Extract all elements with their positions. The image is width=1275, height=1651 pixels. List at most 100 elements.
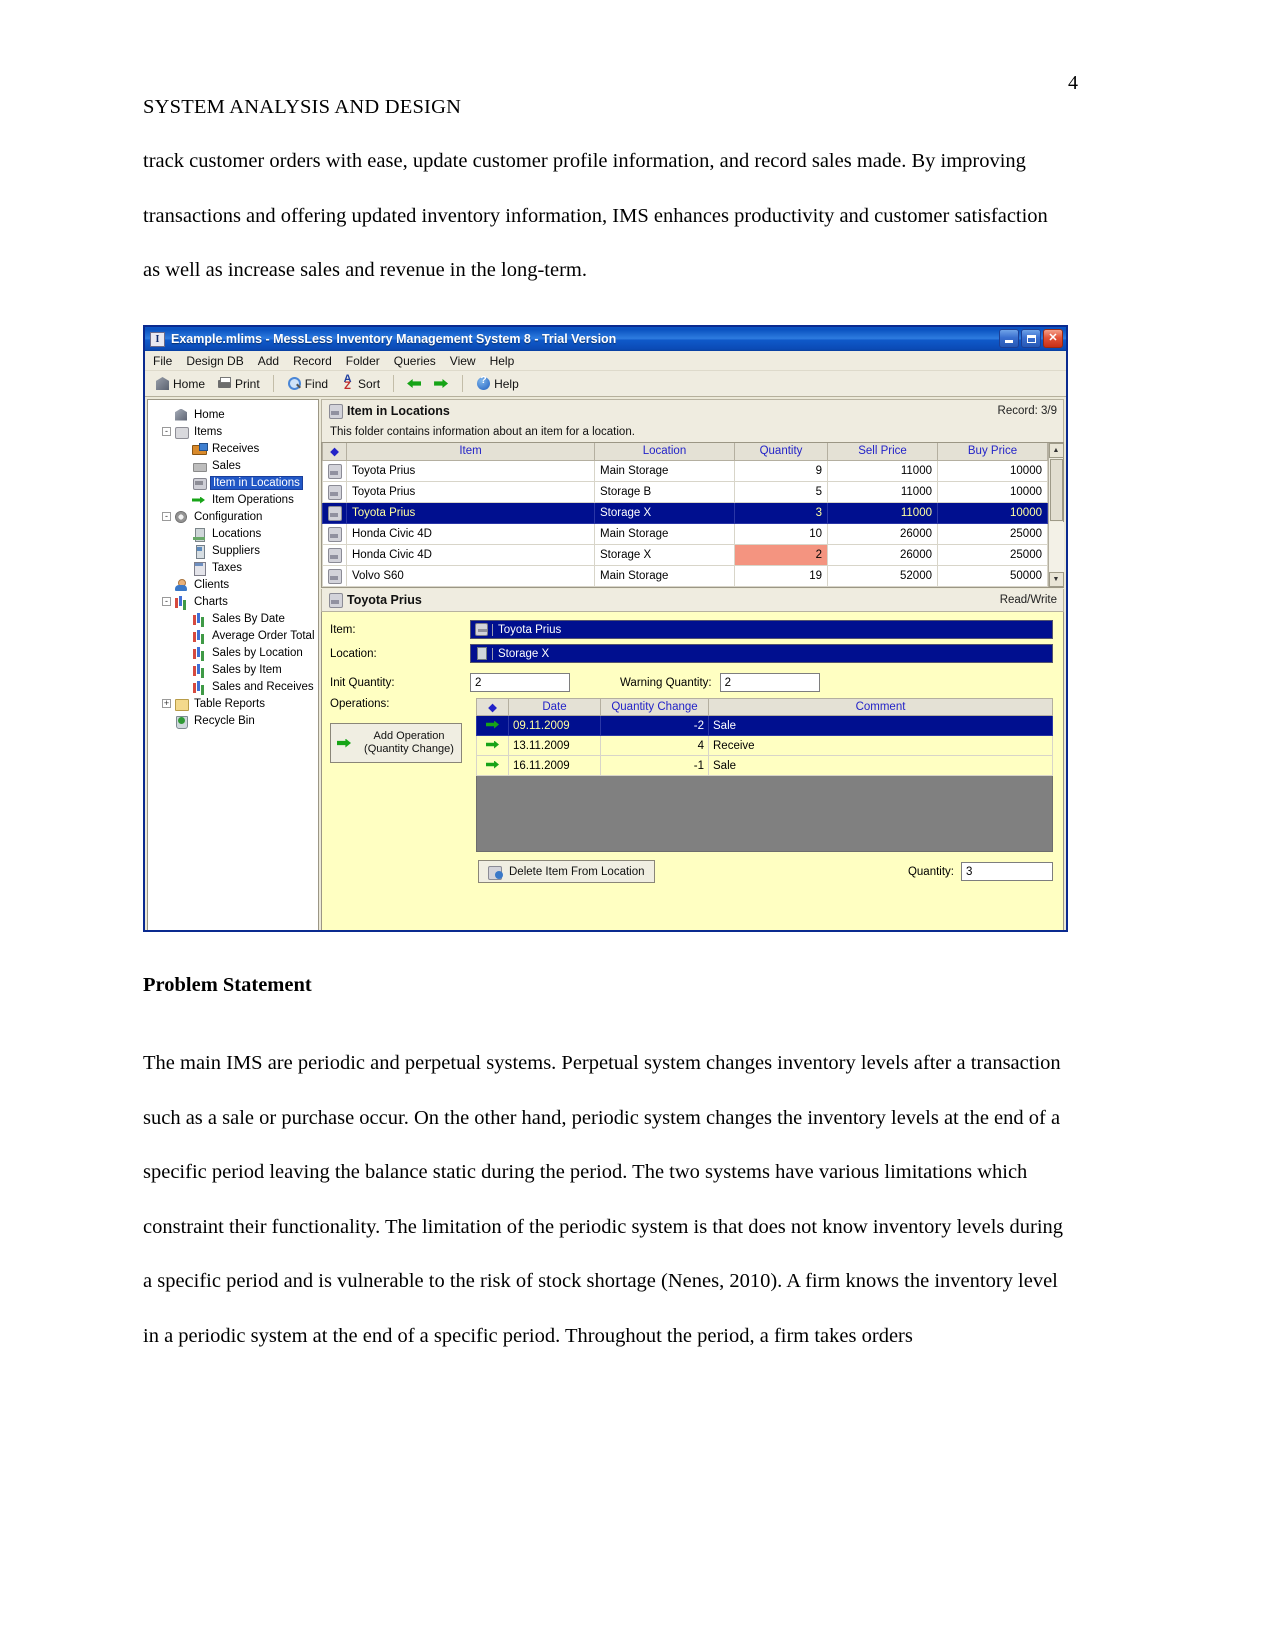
page-number: 4 <box>1068 72 1078 94</box>
ops-col-date[interactable]: Date <box>508 698 601 716</box>
scroll-thumb[interactable] <box>1049 459 1063 521</box>
minimize-button[interactable] <box>999 329 1019 348</box>
ops-cell-date: 16.11.2009 <box>508 755 601 776</box>
grid-col-marker[interactable]: ◆ <box>322 443 347 461</box>
tree-item-item-in-locations[interactable]: Item in Locations <box>154 474 318 491</box>
ops-row-icon-cell <box>476 715 509 736</box>
cell-buy-price: 10000 <box>937 459 1048 482</box>
scroll-up-button[interactable]: ▲ <box>1048 443 1064 458</box>
menu-item-add[interactable]: Add <box>258 354 279 368</box>
toolbar-home-button[interactable]: Home <box>152 376 208 391</box>
tree-item-item-operations[interactable]: Item Operations <box>154 491 318 508</box>
ops-col-marker[interactable]: ◆ <box>476 698 509 716</box>
tree-item-sales-and-receives[interactable]: Sales and Receives <box>154 678 318 695</box>
cell-sell-price: 52000 <box>827 564 938 588</box>
add-operation-button[interactable]: Add Operation (Quantity Change) <box>330 723 462 763</box>
tree-item-label: Home <box>194 408 225 421</box>
toolbar-forward-button[interactable] <box>431 376 452 391</box>
table-row[interactable]: Toyota Prius Storage X 3 11000 10000 <box>322 501 1048 524</box>
tree-item-sales-by-location[interactable]: Sales by Location <box>154 644 318 661</box>
scroll-down-button[interactable]: ▼ <box>1048 572 1064 587</box>
taxes-icon <box>192 561 206 576</box>
tree-item-label: Recycle Bin <box>194 714 255 727</box>
application-window: I Example.mlims - MessLess Inventory Man… <box>143 325 1068 932</box>
navigation-tree[interactable]: Home - Items Receives Sales Item in Locations… <box>147 399 319 930</box>
quantity-input[interactable]: 3 <box>961 862 1053 881</box>
tree-item-sales-by-item[interactable]: Sales by Item <box>154 661 318 678</box>
menu-item-view[interactable]: View <box>450 354 476 368</box>
tree-item-label: Sales by Location <box>212 646 303 659</box>
grid-col-sell-price[interactable]: Sell Price <box>827 443 938 461</box>
tree-item-label: Item in Locations <box>210 475 303 490</box>
tree-item-table-reports[interactable]: + Table Reports <box>154 695 318 712</box>
scroll-track[interactable] <box>1048 522 1064 572</box>
location-lookup-field[interactable]: Storage X <box>470 644 1053 663</box>
cell-sell-price: 11000 <box>827 501 938 524</box>
collapse-icon[interactable]: - <box>162 427 171 436</box>
tree-item-average-order-total[interactable]: Average Order Total <box>154 627 318 644</box>
menu-item-record[interactable]: Record <box>293 354 332 368</box>
toolbar-find-button[interactable]: Find <box>284 376 331 391</box>
items-grid[interactable]: ◆ Item Location Quantity Sell Price Buy … <box>322 443 1048 588</box>
ops-col-comment[interactable]: Comment <box>708 698 1053 716</box>
menu-item-folder[interactable]: Folder <box>346 354 380 368</box>
operations-row[interactable]: 13.11.2009 4 Receive <box>476 735 1053 756</box>
menu-item-file[interactable]: File <box>153 354 172 368</box>
menu-item-help[interactable]: Help <box>490 354 515 368</box>
close-button[interactable]: ✕ <box>1043 329 1063 348</box>
grid-scrollbar[interactable]: ▲ ▼ <box>1048 443 1064 587</box>
init-quantity-input[interactable]: 2 <box>470 673 570 692</box>
tree-item-taxes[interactable]: Taxes <box>154 559 318 576</box>
table-row[interactable]: Toyota Prius Storage B 5 11000 10000 <box>322 480 1048 503</box>
operations-row[interactable]: 09.11.2009 -2 Sale <box>476 715 1053 736</box>
tree-item-sales[interactable]: Sales <box>154 457 318 474</box>
tree-item-charts[interactable]: - Charts <box>154 593 318 610</box>
tree-item-items[interactable]: - Items <box>154 423 318 440</box>
tree-item-recycle-bin[interactable]: Recycle Bin <box>154 712 318 729</box>
tree-item-clients[interactable]: Clients <box>154 576 318 593</box>
item-lookup-field[interactable]: Toyota Prius <box>470 620 1053 639</box>
maximize-button[interactable] <box>1021 329 1041 348</box>
tree-item-suppliers[interactable]: Suppliers <box>154 542 318 559</box>
operations-row[interactable]: 16.11.2009 -1 Sale <box>476 755 1053 776</box>
toolbar-help-button[interactable]: Help <box>473 375 522 391</box>
tree-item-configuration[interactable]: - Configuration <box>154 508 318 525</box>
menu-item-queries[interactable]: Queries <box>394 354 436 368</box>
table-row[interactable]: Volvo S60 Main Storage 19 52000 50000 <box>322 564 1048 588</box>
tree-item-label: Sales By Date <box>212 612 285 625</box>
tree-item-label: Average Order Total <box>212 629 315 642</box>
delete-item-from-location-button[interactable]: Delete Item From Location <box>478 860 655 883</box>
grid-col-buy-price[interactable]: Buy Price <box>937 443 1048 461</box>
table-row[interactable]: Honda Civic 4D Storage X 2 26000 25000 <box>322 543 1048 566</box>
cell-item: Toyota Prius <box>346 480 595 503</box>
delete-button-label: Delete Item From Location <box>509 865 645 878</box>
cell-location: Storage B <box>594 480 735 503</box>
table-row[interactable]: Toyota Prius Main Storage 9 11000 10000 <box>322 459 1048 482</box>
warning-quantity-input[interactable]: 2 <box>719 673 820 692</box>
expand-icon[interactable]: + <box>162 699 171 708</box>
grid-col-location[interactable]: Location <box>594 443 735 461</box>
toolbar-print-button[interactable]: Print <box>214 376 263 391</box>
box-icon <box>192 476 207 490</box>
tree-item-sales-by-date[interactable]: Sales By Date <box>154 610 318 627</box>
toolbar-sort-button[interactable]: AZ Sort <box>337 374 383 392</box>
cell-location: Main Storage <box>594 522 735 545</box>
grid-col-quantity[interactable]: Quantity <box>734 443 828 461</box>
menu-item-design-db[interactable]: Design DB <box>186 354 243 368</box>
collapse-icon[interactable]: - <box>162 512 171 521</box>
tree-item-locations[interactable]: Locations <box>154 525 318 542</box>
total-quantity-field: Quantity: 3 <box>908 862 1053 881</box>
arrow-right-icon <box>486 720 499 729</box>
collapse-icon[interactable]: - <box>162 597 171 606</box>
tree-item-receives[interactable]: Receives <box>154 440 318 457</box>
ops-col-change[interactable]: Quantity Change <box>600 698 709 716</box>
tree-item-home[interactable]: Home <box>154 406 318 423</box>
operations-table[interactable]: ◆ Date Quantity Change Comment 09.11.200… <box>476 698 1053 776</box>
toolbar-back-button[interactable] <box>404 376 425 391</box>
box-icon <box>327 505 342 521</box>
table-row[interactable]: Honda Civic 4D Main Storage 10 26000 25000 <box>322 522 1048 545</box>
cell-location: Storage X <box>594 501 735 524</box>
folder-header: Item in Locations Record: 3/9 <box>321 399 1064 422</box>
grid-col-item[interactable]: Item <box>346 443 595 461</box>
box-icon <box>327 547 342 563</box>
